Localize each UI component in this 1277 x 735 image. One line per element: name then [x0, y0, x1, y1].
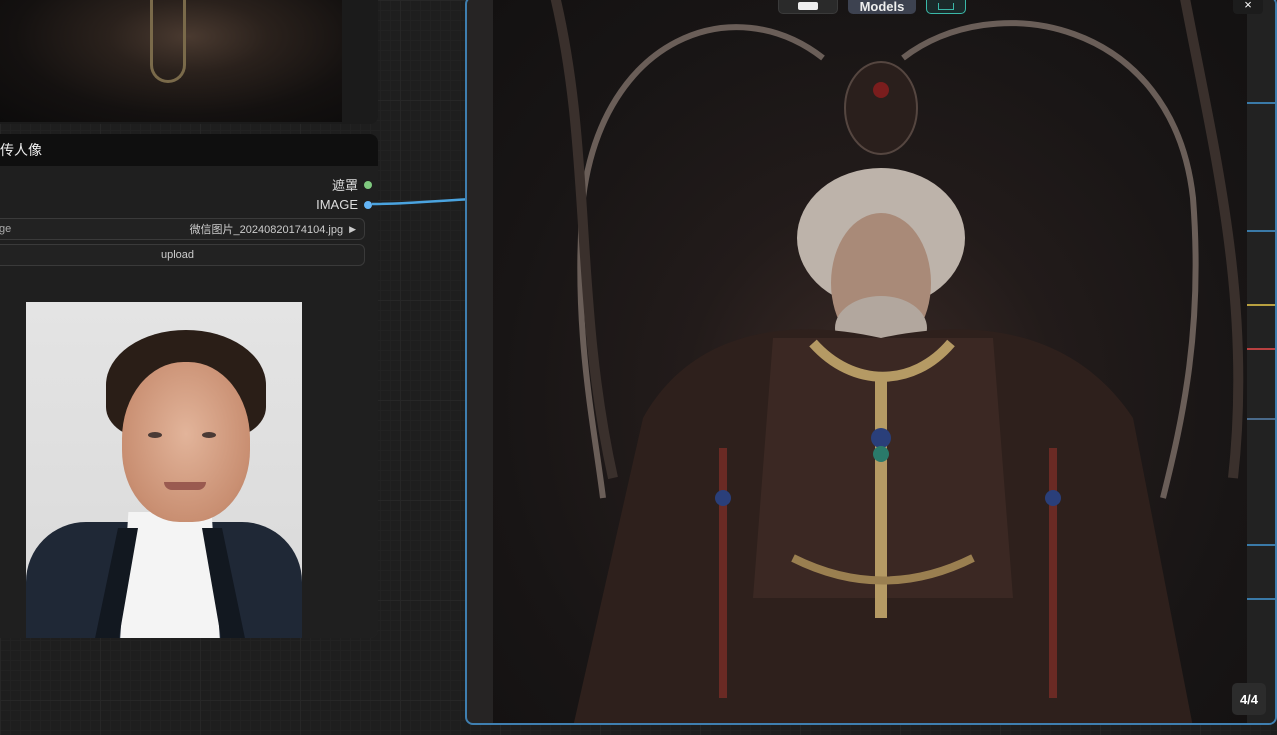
output-mask-label: 遮罩: [331, 178, 358, 193]
side-link-line: [1247, 348, 1275, 350]
viewer-tool-button[interactable]: [778, 0, 838, 14]
output-image-socket-icon[interactable]: [364, 200, 372, 209]
side-link-line: [1247, 544, 1275, 546]
generated-character-image: [550, 0, 1244, 723]
tool-icon: [798, 2, 818, 10]
viewer-right-strip: [1247, 0, 1275, 723]
side-link-line: [1247, 304, 1275, 306]
combo-arrow-icon[interactable]: ▶: [349, 224, 364, 235]
close-icon: ×: [1244, 0, 1252, 12]
preview-image-node: [0, 0, 378, 124]
viewer-main-image: [493, 0, 1249, 723]
upload-button-label: upload: [160, 249, 195, 261]
image-widget-label: ge: [0, 223, 12, 235]
output-mask-socket-icon[interactable]: [364, 180, 372, 189]
side-link-line: [1247, 102, 1275, 104]
viewer-toggle-button[interactable]: [926, 0, 966, 14]
loaded-portrait-image: [26, 302, 302, 638]
preview-decoration: [150, 0, 186, 83]
image-counter-text: 4/4: [1239, 691, 1259, 707]
side-link-line: [1247, 230, 1275, 232]
models-label: Models: [859, 0, 905, 14]
viewer-close-button[interactable]: ×: [1233, 0, 1263, 14]
portrait-eye-right: [202, 432, 216, 438]
image-combo-widget[interactable]: ge 微信图片_20240820174104.jpg ▶: [0, 218, 365, 240]
side-link-line: [1247, 418, 1275, 420]
output-image-label: IMAGE: [316, 197, 358, 212]
output-image[interactable]: IMAGE: [316, 197, 372, 212]
image-widget-value: 微信图片_20240820174104.jpg: [189, 224, 344, 236]
portrait-eye-left: [148, 432, 162, 438]
node-title[interactable]: 传人像: [0, 134, 378, 166]
toggle-icon: [938, 2, 954, 10]
portrait-mouth: [164, 482, 206, 490]
output-mask[interactable]: 遮罩: [332, 175, 372, 194]
image-counter: 4/4: [1232, 683, 1266, 715]
viewer-models-button[interactable]: Models: [848, 0, 916, 14]
preview-image-thumbnail[interactable]: [0, 0, 342, 122]
upload-button[interactable]: upload: [0, 244, 365, 266]
node-body: 遮罩 IMAGE ge 微信图片_20240820174104.jpg ▶ up…: [0, 166, 378, 638]
image-viewer[interactable]: [465, 0, 1277, 725]
portrait-face: [122, 362, 250, 522]
side-link-line: [1247, 598, 1275, 600]
load-image-node[interactable]: 传人像 遮罩 IMAGE ge 微信图片_20240820174104.jpg …: [0, 134, 378, 638]
